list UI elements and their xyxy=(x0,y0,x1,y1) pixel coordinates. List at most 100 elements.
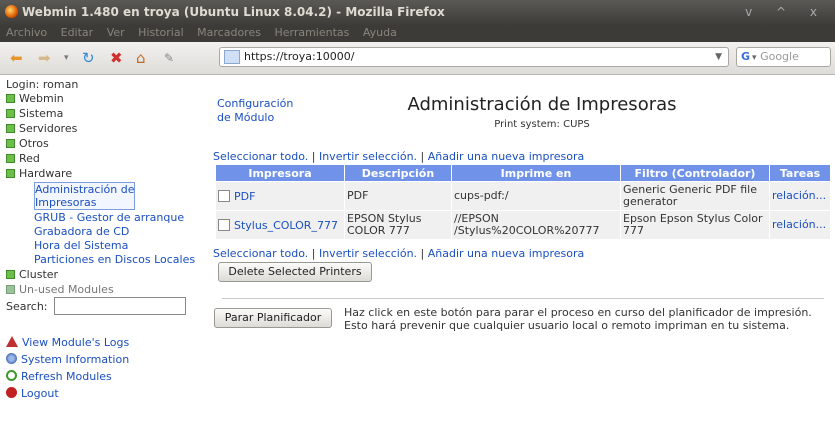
add-printer-link[interactable]: Añadir una nueva impresora xyxy=(428,150,584,163)
category-otros[interactable]: Otros xyxy=(6,137,49,150)
menu-historial[interactable]: Historial xyxy=(138,26,183,39)
col-impresora: Impresora xyxy=(216,165,344,181)
menu-archivo[interactable]: Archivo xyxy=(6,26,47,39)
sidebar-item-particiones[interactable]: Particiones en Discos Locales xyxy=(34,253,195,266)
search-engine-box[interactable]: G ▾ Google xyxy=(736,47,831,67)
navigation-toolbar: ⬅ ➡ ▾ ↻ ✖ ⌂ ✎ https://troya:10000/ ▼ G ▾ … xyxy=(0,42,835,75)
category-icon xyxy=(6,285,15,294)
system-information-link[interactable]: System Information xyxy=(6,353,129,366)
category-sistema[interactable]: Sistema xyxy=(6,107,63,120)
table-row: PDF PDF cups-pdf:/ Generic Generic PDF f… xyxy=(216,182,830,210)
tasks-cell: relación... xyxy=(770,211,830,239)
printers-table: Impresora Descripción Imprime en Filtro … xyxy=(215,164,831,240)
refresh-icon xyxy=(6,370,17,381)
category-icon xyxy=(6,270,15,279)
category-unused-modules[interactable]: Un-used Modules xyxy=(6,283,114,296)
selection-links-top: Seleccionar todo. | Invertir selección. … xyxy=(213,150,585,163)
view-logs-link[interactable]: View Module's Logs xyxy=(6,336,129,349)
row-checkbox[interactable] xyxy=(218,218,230,231)
col-tareas: Tareas xyxy=(770,165,830,181)
sidebar-item-grub[interactable]: GRUB - Gestor de arranque xyxy=(34,211,184,224)
url-bar[interactable]: https://troya:10000/ ▼ xyxy=(219,47,729,67)
window-title: Webmin 1.480 en troya (Ubuntu Linux 8.04… xyxy=(22,5,445,19)
menu-marcadores[interactable]: Marcadores xyxy=(197,26,261,39)
sidebar-search-input[interactable] xyxy=(54,297,186,315)
search-placeholder[interactable]: Google xyxy=(760,50,799,63)
desc-cell: EPSON Stylus COLOR 777 xyxy=(345,211,451,239)
divider xyxy=(222,298,824,299)
tasks-link[interactable]: relación... xyxy=(772,218,826,231)
back-icon[interactable]: ⬅ xyxy=(10,50,23,66)
col-filtro: Filtro (Controlador) xyxy=(621,165,769,181)
filter-cell: Epson Epson Stylus Color 777 xyxy=(621,211,769,239)
logout-link[interactable]: Logout xyxy=(6,387,59,400)
add-printer-link[interactable]: Añadir una nueva impresora xyxy=(428,247,584,260)
sidebar-item-hora[interactable]: Hora del Sistema xyxy=(34,239,128,252)
delete-selected-printers-button[interactable]: Delete Selected Printers xyxy=(218,262,372,282)
table-row: Stylus_COLOR_777 EPSON Stylus COLOR 777 /… xyxy=(216,211,830,239)
menu-ver[interactable]: Ver xyxy=(107,26,125,39)
url-dropdown-icon[interactable]: ▼ xyxy=(715,48,722,66)
home-icon[interactable]: ⌂ xyxy=(136,50,146,66)
printer-link[interactable]: Stylus_COLOR_777 xyxy=(234,219,338,232)
menu-herramientas[interactable]: Herramientas xyxy=(274,26,349,39)
url-text[interactable]: https://troya:10000/ xyxy=(244,50,354,63)
stop-scheduler-button[interactable]: Parar Planificador xyxy=(214,308,332,328)
sidebar-item-grabadora[interactable]: Grabadora de CD xyxy=(34,225,129,238)
category-red[interactable]: Red xyxy=(6,152,40,165)
refresh-modules-link[interactable]: Refresh Modules xyxy=(6,370,112,383)
login-label: Login: roman xyxy=(6,78,79,91)
tasks-link[interactable]: relación... xyxy=(772,189,826,202)
google-icon[interactable]: G xyxy=(741,50,750,63)
window-controls[interactable]: v ^ x xyxy=(745,0,827,24)
category-icon xyxy=(6,169,15,178)
col-imprime-en: Imprime en xyxy=(452,165,620,181)
category-icon xyxy=(6,124,15,133)
history-dropdown-icon[interactable]: ▾ xyxy=(64,50,69,66)
sidebar-item-label[interactable]: Administración de xyxy=(35,183,134,196)
logout-icon xyxy=(6,387,17,398)
category-cluster[interactable]: Cluster xyxy=(6,268,58,281)
filter-cell: Generic Generic PDF file generator xyxy=(621,182,769,210)
table-header-row: Impresora Descripción Imprime en Filtro … xyxy=(216,165,830,181)
selection-links-bottom: Seleccionar todo. | Invertir selección. … xyxy=(213,247,585,260)
forward-icon[interactable]: ➡ xyxy=(38,50,51,66)
page-content: Login: roman Webmin Sistema Servidores O… xyxy=(0,75,835,447)
col-descripcion: Descripción xyxy=(345,165,451,181)
dest-cell: cups-pdf:/ xyxy=(452,182,620,210)
category-icon xyxy=(6,154,15,163)
engine-dropdown-icon[interactable]: ▾ xyxy=(752,53,757,63)
stop-icon[interactable]: ✖ xyxy=(110,50,123,66)
module-config-link[interactable]: Configuración de Módulo xyxy=(217,97,293,125)
category-icon xyxy=(6,139,15,148)
bookmark-icon[interactable]: ✎ xyxy=(164,50,174,66)
category-webmin[interactable]: Webmin xyxy=(6,92,64,105)
reload-icon[interactable]: ↻ xyxy=(82,50,95,66)
page-subtitle: Print system: CUPS xyxy=(494,119,590,130)
webmin-sidebar: Login: roman Webmin Sistema Servidores O… xyxy=(0,75,210,447)
desc-cell: PDF xyxy=(345,182,451,210)
printer-link[interactable]: PDF xyxy=(234,190,255,203)
menu-editar[interactable]: Editar xyxy=(61,26,94,39)
warning-icon xyxy=(6,336,18,347)
printer-cell: PDF xyxy=(216,182,344,210)
invert-selection-link[interactable]: Invertir selección. xyxy=(319,150,417,163)
category-hardware[interactable]: Hardware xyxy=(6,167,72,180)
category-icon xyxy=(6,94,15,103)
tasks-cell: relación... xyxy=(770,182,830,210)
site-identity-icon[interactable] xyxy=(224,50,240,64)
invert-selection-link[interactable]: Invertir selección. xyxy=(319,247,417,260)
row-checkbox[interactable] xyxy=(218,189,230,202)
sidebar-item-label[interactable]: Impresoras xyxy=(35,196,96,209)
stop-scheduler-description: Haz click en este botón para parar el pr… xyxy=(344,306,812,332)
category-servidores[interactable]: Servidores xyxy=(6,122,77,135)
dest-cell: //EPSON/Stylus%20COLOR%20777 xyxy=(452,211,620,239)
menubar: Archivo Editar Ver Historial Marcadores … xyxy=(0,26,835,42)
system-info-icon xyxy=(6,353,17,364)
select-all-link[interactable]: Seleccionar todo. xyxy=(213,247,308,260)
window-titlebar: Webmin 1.480 en troya (Ubuntu Linux 8.04… xyxy=(0,0,835,26)
sidebar-item-impresoras[interactable]: Administración de Impresoras xyxy=(34,182,136,210)
main-panel: Configuración de Módulo Administración d… xyxy=(212,75,835,447)
select-all-link[interactable]: Seleccionar todo. xyxy=(213,150,308,163)
menu-ayuda[interactable]: Ayuda xyxy=(363,26,397,39)
